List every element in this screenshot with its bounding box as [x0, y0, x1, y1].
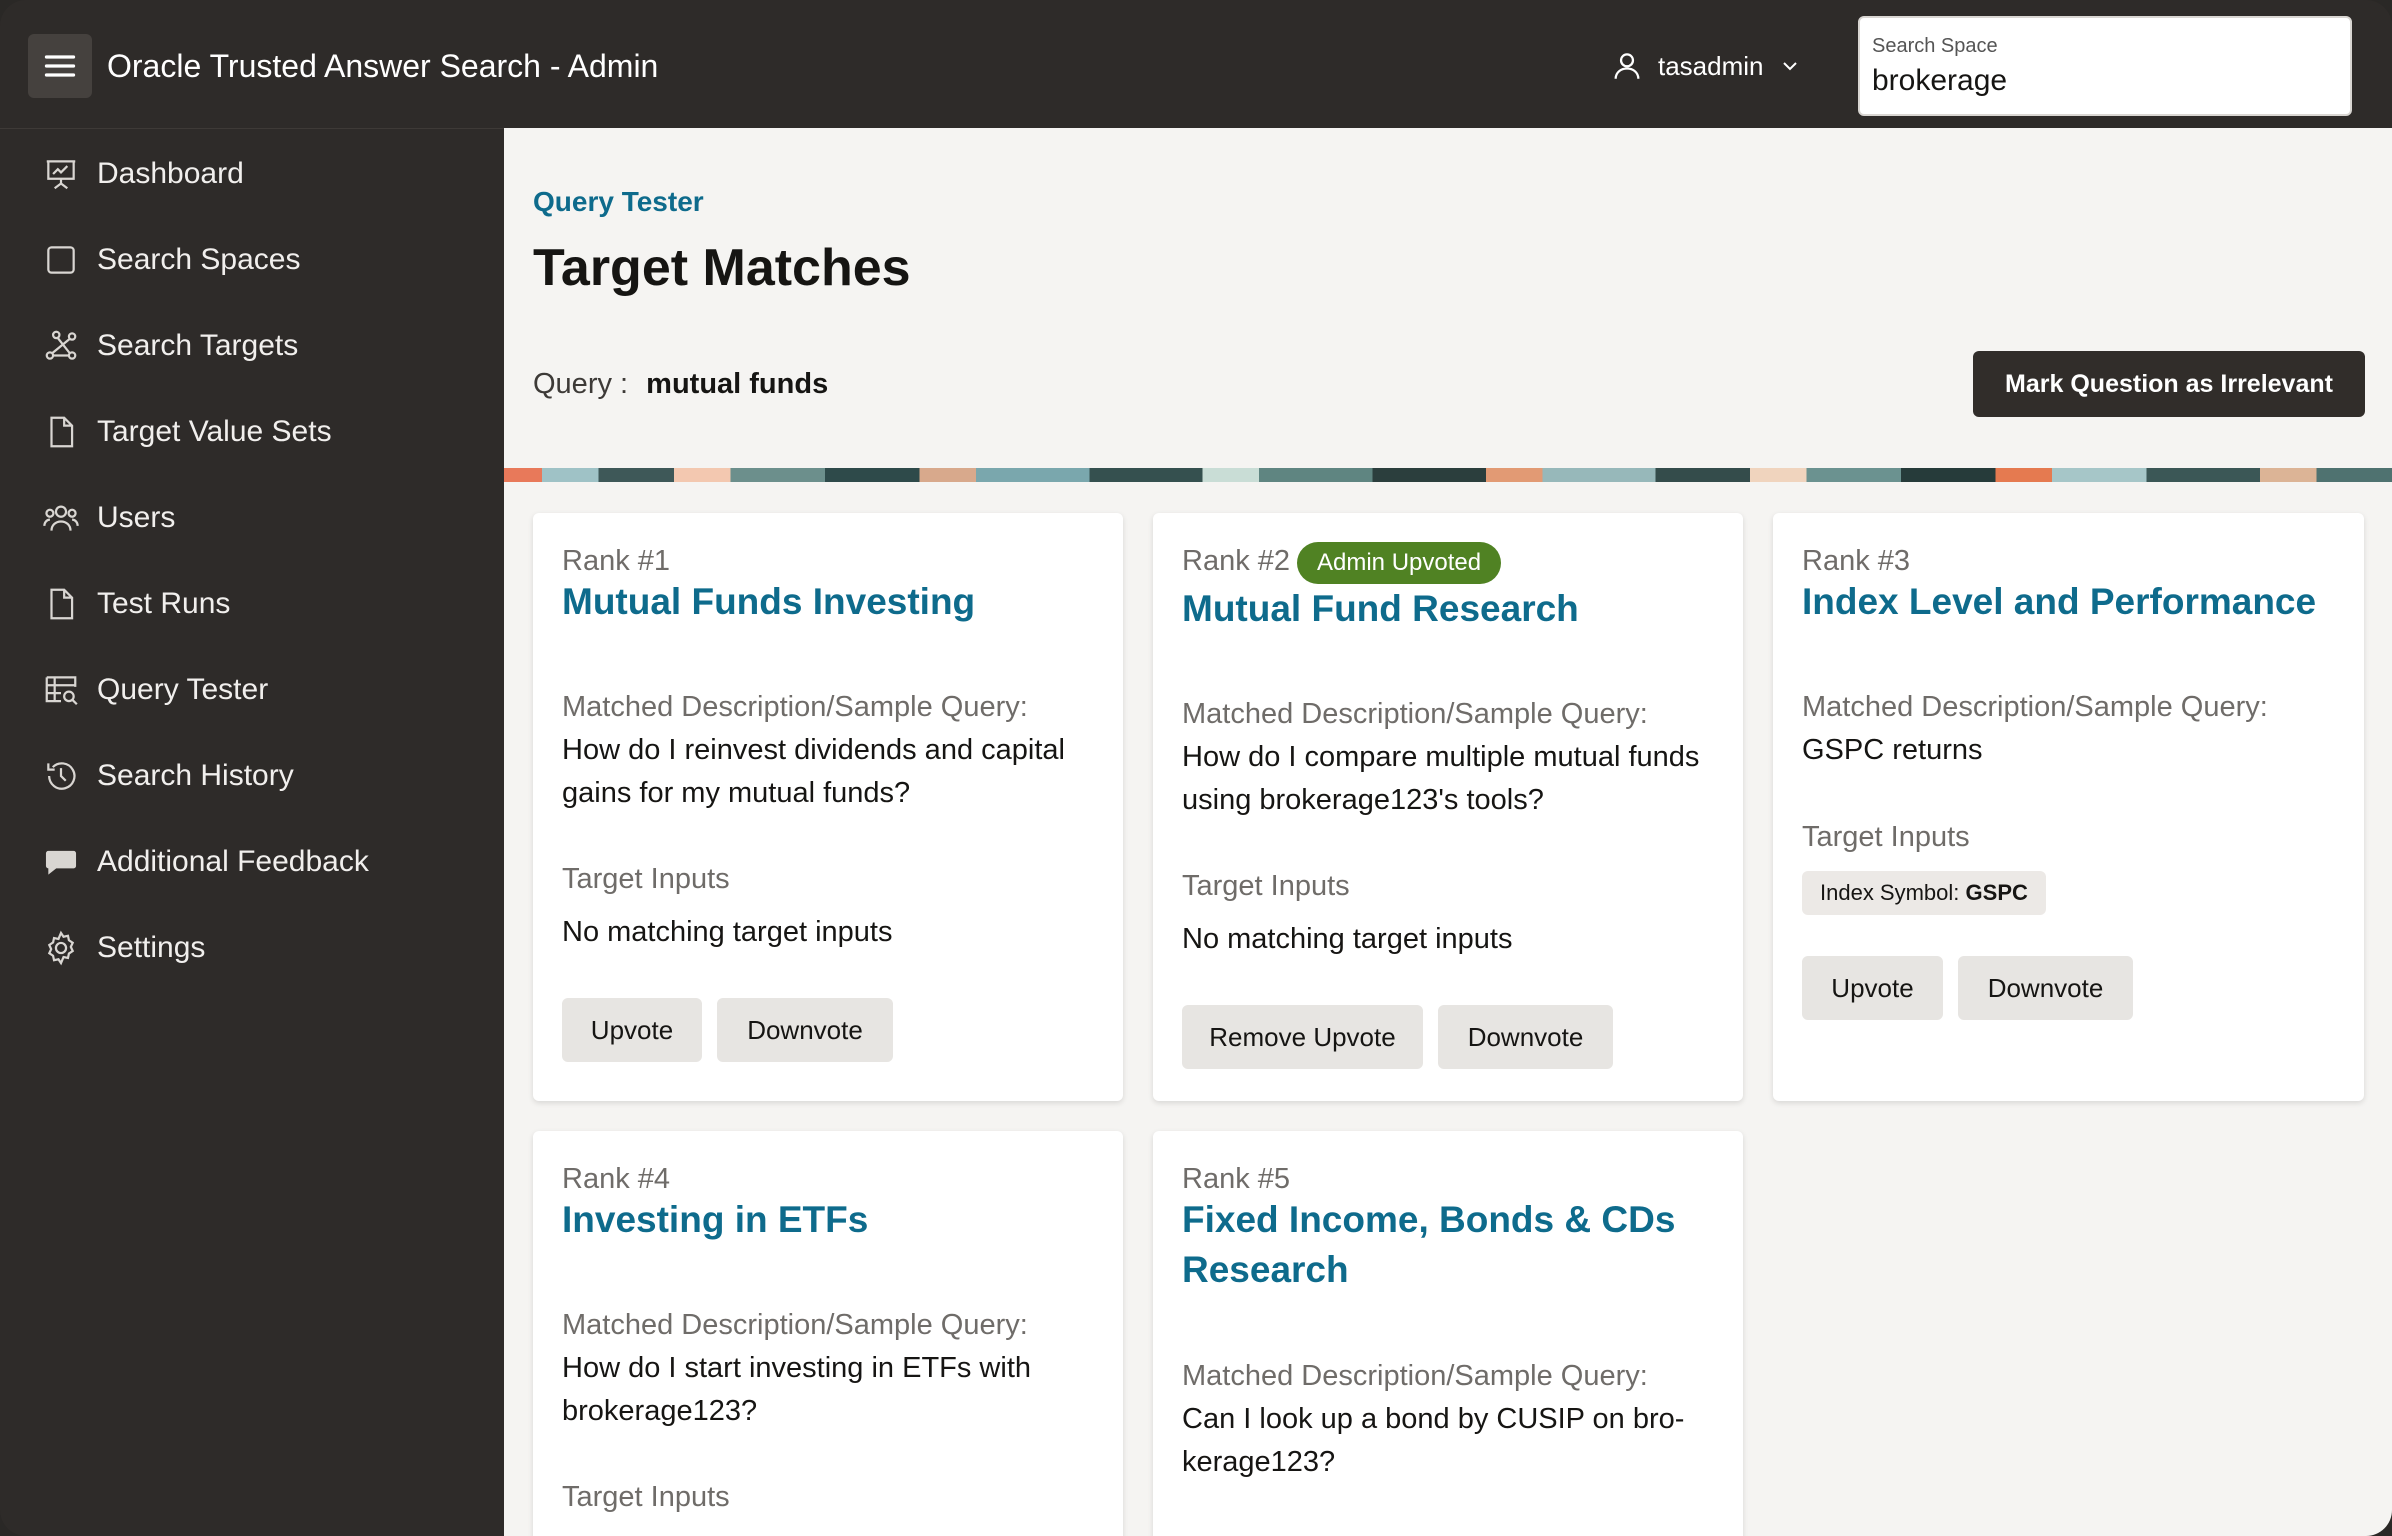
mark-irrelevant-button[interactable]: Mark Question as Irrelevant — [1973, 351, 2365, 417]
target-inputs-text: No matching target inputs — [1182, 923, 1513, 955]
matched-description-label: Matched Description/Sample Query: — [1802, 691, 2268, 723]
sidebar-item-settings[interactable]: Settings — [0, 913, 504, 983]
sidebar-item-label: Test Runs — [97, 587, 231, 620]
match-title[interactable]: Index Level and Performance — [1802, 577, 2362, 627]
hamburger-icon — [44, 55, 76, 77]
target-input-chip: Index Symbol: GSPC — [1802, 871, 2046, 915]
admin-upvoted-badge: Admin Upvoted — [1297, 542, 1502, 584]
gear-icon — [42, 929, 80, 967]
rank-label: Rank #5 — [1182, 1163, 1291, 1195]
matched-description-text: GSPC returns — [1802, 734, 1983, 766]
matched-description-label: Matched Description/Sample Query: — [1182, 1360, 1648, 1392]
matched-description-label: Matched Description/Sample Query: — [562, 1309, 1028, 1341]
sidebar-item-search-targets[interactable]: Search Targets — [0, 311, 504, 381]
target-inputs-label: Target Inputs — [1182, 870, 1350, 902]
match-title[interactable]: Mutual Funds Investing — [562, 577, 1102, 627]
target-inputs-label: Target Inputs — [562, 1481, 730, 1513]
match-card-1: Rank #1 Mutual Funds Investing Matched D… — [533, 513, 1123, 1101]
sidebar-item-label: Target Value Sets — [97, 415, 332, 448]
sidebar-item-users[interactable]: Users — [0, 483, 504, 553]
sidebar-item-label: Dashboard — [97, 157, 244, 190]
upvote-button[interactable]: Upvote — [562, 998, 702, 1062]
downvote-button[interactable]: Downvote — [1958, 956, 2133, 1020]
search-space-input[interactable] — [1872, 64, 2338, 98]
search-space-select[interactable]: Search Space — [1858, 16, 2352, 116]
nodes-icon — [42, 327, 80, 365]
sidebar-item-label: Users — [97, 501, 176, 534]
document-icon — [42, 585, 80, 623]
sidebar-nav: Dashboard Search Spaces Search Targets T… — [0, 128, 504, 1536]
matched-description-label: Matched Description/Sample Query: — [1182, 698, 1648, 730]
query-row: Query : mutual funds — [533, 368, 828, 401]
page-title: Target Matches — [533, 239, 911, 297]
target-inputs-label: Target Inputs — [1802, 821, 1970, 853]
sidebar-item-label: Query Tester — [97, 673, 269, 706]
document-icon — [42, 413, 80, 451]
chevron-down-icon — [1778, 54, 1802, 78]
decorative-banner — [504, 468, 2392, 482]
match-card-4: Rank #4 Investing in ETFs Matched Descri… — [533, 1131, 1123, 1536]
target-inputs-label: Target Inputs — [562, 863, 730, 895]
rank-label: Rank #2 — [1182, 545, 1291, 577]
users-icon — [42, 499, 80, 537]
sidebar-item-additional-feedback[interactable]: Additional Feedback — [0, 827, 504, 897]
rank-label: Rank #1 — [562, 545, 671, 577]
sidebar-item-query-tester[interactable]: Query Tester — [0, 655, 504, 725]
history-icon — [42, 757, 80, 795]
sidebar-item-search-spaces[interactable]: Search Spaces — [0, 225, 504, 295]
match-card-5: Rank #5 Fixed Income, Bonds & CDs Resear… — [1153, 1131, 1743, 1536]
sidebar-item-label: Additional Feedback — [97, 845, 369, 878]
app-header: Oracle Trusted Answer Search - Admin tas… — [0, 0, 2392, 128]
matched-description-label: Matched Description/Sample Query: — [562, 691, 1028, 723]
sidebar-item-dashboard[interactable]: Dashboard — [0, 139, 504, 209]
match-card-2: Rank #2 Admin Upvoted Mutual Fund Resear… — [1153, 513, 1743, 1101]
sidebar-item-label: Search History — [97, 759, 294, 792]
app-title: Oracle Trusted Answer Search - Admin — [107, 48, 659, 84]
match-title[interactable]: Fixed Income, Bonds & CDs Research — [1182, 1195, 1682, 1295]
match-card-3: Rank #3 Index Level and Performance Matc… — [1773, 513, 2364, 1101]
sidebar-item-search-history[interactable]: Search History — [0, 741, 504, 811]
sidebar-item-label: Search Targets — [97, 329, 299, 362]
query-label: Query : — [533, 368, 629, 400]
downvote-button[interactable]: Downvote — [717, 998, 893, 1062]
rank-label: Rank #3 — [1802, 545, 1911, 577]
query-value: mutual funds — [646, 368, 829, 400]
target-inputs-text: No matching target inputs — [562, 916, 893, 948]
remove-upvote-button[interactable]: Remove Upvote — [1182, 1005, 1423, 1069]
matched-description-text: How do I reinvest dividends and capital … — [562, 734, 1065, 809]
matched-description-text: How do I compare multiple mutual funds u… — [1182, 741, 1700, 816]
match-title[interactable]: Mutual Fund Research — [1182, 584, 1722, 634]
user-icon — [1610, 49, 1644, 83]
rank-label: Rank #4 — [562, 1163, 671, 1195]
user-menu[interactable]: tasadmin — [1610, 44, 1802, 88]
presentation-chart-icon — [42, 155, 80, 193]
search-space-label: Search Space — [1872, 35, 1998, 57]
square-icon — [42, 241, 80, 279]
sidebar-item-label: Search Spaces — [97, 243, 301, 276]
match-title[interactable]: Investing in ETFs — [562, 1195, 1102, 1245]
sidebar-item-target-value-sets[interactable]: Target Value Sets — [0, 397, 504, 467]
hamburger-menu-button[interactable] — [28, 34, 92, 98]
downvote-button[interactable]: Downvote — [1438, 1005, 1613, 1069]
user-name: tasadmin — [1658, 50, 1764, 81]
sidebar-item-label: Settings — [97, 931, 206, 964]
upvote-button[interactable]: Upvote — [1802, 956, 1943, 1020]
table-search-icon — [42, 671, 80, 709]
sidebar-item-test-runs[interactable]: Test Runs — [0, 569, 504, 639]
breadcrumb[interactable]: Query Tester — [533, 186, 704, 218]
main-content: Query Tester Target Matches Query : mutu… — [504, 128, 2392, 1536]
chip-label: Index Symbol: — [1820, 880, 1960, 905]
matched-description-text: Can I look up a bond by CUSIP on bro-ker… — [1182, 1403, 1685, 1478]
chip-value: GSPC — [1965, 880, 2028, 905]
app-window: Oracle Trusted Answer Search - Admin tas… — [0, 0, 2392, 1536]
chat-bubble-icon — [42, 843, 80, 881]
matched-description-text: How do I start investing in ETFs with br… — [562, 1352, 1031, 1427]
